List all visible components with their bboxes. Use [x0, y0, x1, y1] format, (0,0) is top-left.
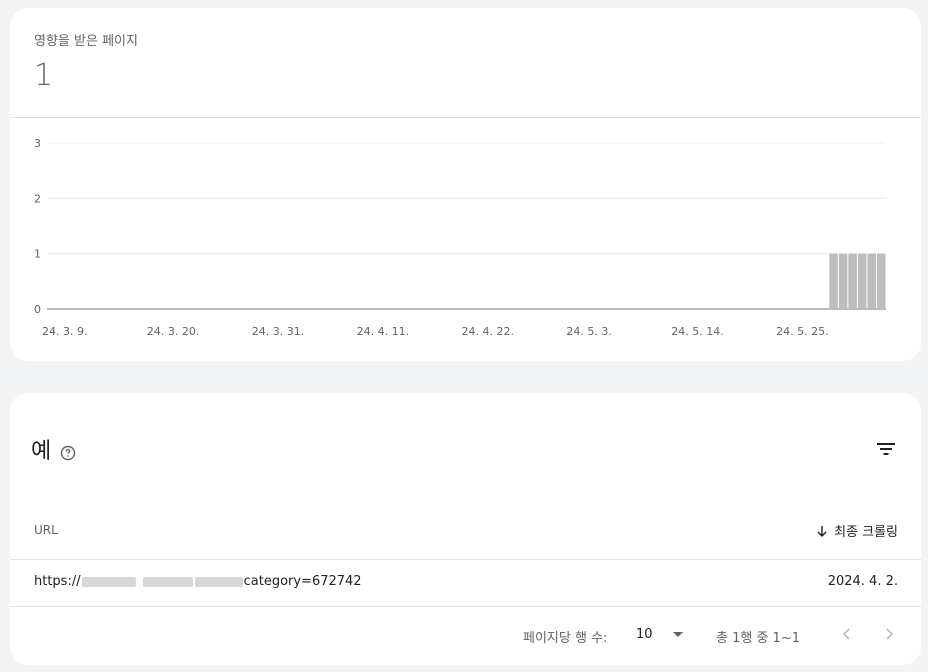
- x-tick-label: 24. 3. 9.: [42, 325, 87, 338]
- pagination-range: 총 1행 중 1~1: [716, 631, 800, 646]
- rows-per-page-select[interactable]: 10: [636, 627, 683, 642]
- divider: [10, 559, 921, 560]
- affected-pages-chart: 0 1 2 3 24. 3. 9. 24. 3. 20. 24. 3. 31. 24. 4.…: [34, 137, 886, 338]
- url-suffix: category=672742: [243, 574, 362, 589]
- chevron-right-icon[interactable]: [878, 623, 900, 645]
- table-footer: 페이지당 행 수: 10 총 1행 중 1~1: [10, 619, 921, 649]
- chevron-left-icon[interactable]: [836, 623, 858, 645]
- y-tick-label: 0: [34, 303, 41, 316]
- metric-value: 1: [34, 58, 54, 93]
- chart-bar[interactable]: [829, 253, 838, 309]
- metric-label: 영향을 받은 페이지: [34, 34, 138, 49]
- x-tick-label: 24. 3. 31.: [252, 325, 304, 338]
- x-tick-label: 24. 4. 11.: [357, 325, 409, 338]
- x-tick-label: 24. 5. 14.: [671, 325, 723, 338]
- column-header-last-crawl-label: 최종 크롤링: [834, 525, 898, 540]
- rows-per-page-value: 10: [636, 627, 653, 642]
- redacted-block: [142, 576, 193, 587]
- y-tick-label: 2: [34, 192, 41, 205]
- filter-icon[interactable]: [874, 437, 898, 461]
- column-header-url[interactable]: URL: [34, 523, 58, 537]
- examples-card: 예 URL 최종 크롤링 https:// category=672742 20…: [10, 393, 921, 665]
- x-tick-label: 24. 5. 3.: [566, 325, 611, 338]
- column-header-last-crawl[interactable]: 최종 크롤링: [816, 521, 898, 540]
- divider: [10, 606, 921, 607]
- x-tick-label: 24. 4. 22.: [462, 325, 514, 338]
- help-circle-icon[interactable]: [60, 445, 76, 461]
- chevron-down-icon: [672, 632, 683, 637]
- chart-bar[interactable]: [857, 253, 867, 309]
- table-row-date: 2024. 4. 2.: [827, 574, 898, 589]
- affected-pages-card: 영향을 받은 페이지 1 0 1 2 3 24. 3. 9. 24. 3. 20. 24.…: [10, 8, 921, 361]
- y-tick-label: 1: [34, 248, 41, 261]
- redacted-block: [81, 576, 136, 587]
- x-tick-label: 24. 5. 25.: [776, 325, 828, 338]
- chart-bar[interactable]: [848, 253, 857, 309]
- url-prefix: https://: [34, 574, 81, 589]
- table-row-url[interactable]: https:// category=672742: [34, 574, 362, 589]
- chart-bar[interactable]: [838, 253, 848, 309]
- redacted-block: [194, 576, 243, 587]
- x-tick-label: 24. 3. 20.: [147, 325, 199, 338]
- rows-per-page-label: 페이지당 행 수:: [523, 631, 608, 646]
- chart-bar[interactable]: [876, 253, 886, 309]
- chart-bar[interactable]: [867, 253, 876, 309]
- examples-title: 예: [31, 439, 52, 464]
- y-tick-label: 3: [34, 137, 41, 150]
- arrow-down-icon: [817, 525, 827, 537]
